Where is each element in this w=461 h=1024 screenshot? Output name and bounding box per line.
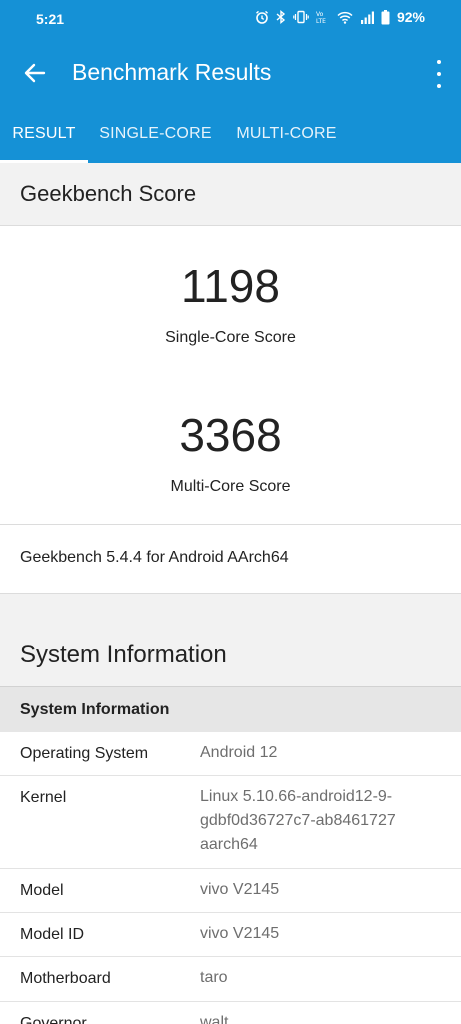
row-key: Model: [20, 882, 64, 899]
tab-single-core[interactable]: SINGLE-CORE: [88, 110, 223, 163]
tab-bar: RESULT SINGLE-CORE MULTI-CORE: [0, 110, 461, 163]
row-key: Motherboard: [20, 970, 111, 987]
multi-core-score: 3368: [179, 409, 282, 461]
section-header: Geekbench Score: [0, 163, 461, 226]
system-info-section: System Information: [0, 593, 461, 686]
row-value: walt: [200, 1014, 229, 1024]
status-time: 5:21: [36, 11, 65, 27]
subheader-label: System Information: [20, 701, 170, 718]
row-key: Operating System: [20, 745, 149, 762]
info-row-operating-system: Operating System Android 12: [0, 732, 461, 776]
system-info-subheader: System Information: [0, 686, 461, 732]
section-title: Geekbench Score: [20, 181, 197, 206]
app-bar: Benchmark Results: [0, 38, 461, 110]
vibrate-icon: [293, 10, 309, 24]
svg-text:Vo: Vo: [316, 11, 324, 18]
tab-label: SINGLE-CORE: [99, 125, 212, 142]
tab-label: RESULT: [12, 125, 76, 142]
row-key: Kernel: [20, 789, 67, 806]
row-value: Linux 5.10.66-android12-9-gdbf0d36727c7-…: [200, 788, 396, 853]
divider: [0, 524, 461, 525]
single-core-score-block: 1198 Single-Core Score: [0, 263, 461, 347]
geekbench-version: Geekbench 5.4.4 for Android AArch64: [20, 549, 289, 566]
tab-result[interactable]: RESULT: [0, 110, 88, 163]
row-key: Governor: [20, 1015, 87, 1024]
signal-icon: [360, 11, 374, 24]
tab-multi-core[interactable]: MULTI-CORE: [223, 110, 350, 163]
multi-core-label: Multi-Core Score: [170, 478, 291, 495]
single-core-label: Single-Core Score: [165, 329, 296, 346]
svg-text:LTE: LTE: [316, 18, 326, 24]
tab-label: MULTI-CORE: [236, 125, 337, 142]
arrow-back-icon[interactable]: [22, 60, 48, 86]
row-value: vivo V2145: [200, 881, 280, 898]
more-vert-icon[interactable]: [435, 60, 443, 88]
info-row-model-id: Model ID vivo V2145: [0, 913, 461, 957]
status-bar: 5:21 Vo LTE 92%: [0, 0, 461, 38]
info-row-kernel: Kernel Linux 5.10.66-android12-9-gdbf0d3…: [0, 776, 461, 869]
info-row-governor: Governor walt: [0, 1002, 461, 1024]
battery-icon: [381, 9, 390, 25]
system-info-title: System Information: [20, 641, 227, 668]
row-key: Model ID: [20, 926, 85, 943]
row-value: taro: [200, 969, 228, 986]
page-title: Benchmark Results: [72, 59, 272, 85]
battery-percent: 92%: [396, 9, 425, 25]
multi-core-score-block: 3368 Multi-Core Score: [0, 412, 461, 496]
bluetooth-icon: [276, 10, 286, 24]
alarm-icon: [255, 10, 269, 24]
volte-icon: Vo LTE: [316, 10, 330, 24]
wifi-icon: [337, 11, 353, 24]
row-value: Android 12: [200, 744, 278, 761]
status-icons: Vo LTE 92%: [255, 9, 425, 25]
info-row-motherboard: Motherboard taro: [0, 957, 461, 1002]
single-core-score: 1198: [181, 260, 280, 312]
row-value: vivo V2145: [200, 925, 280, 942]
info-row-model: Model vivo V2145: [0, 869, 461, 913]
